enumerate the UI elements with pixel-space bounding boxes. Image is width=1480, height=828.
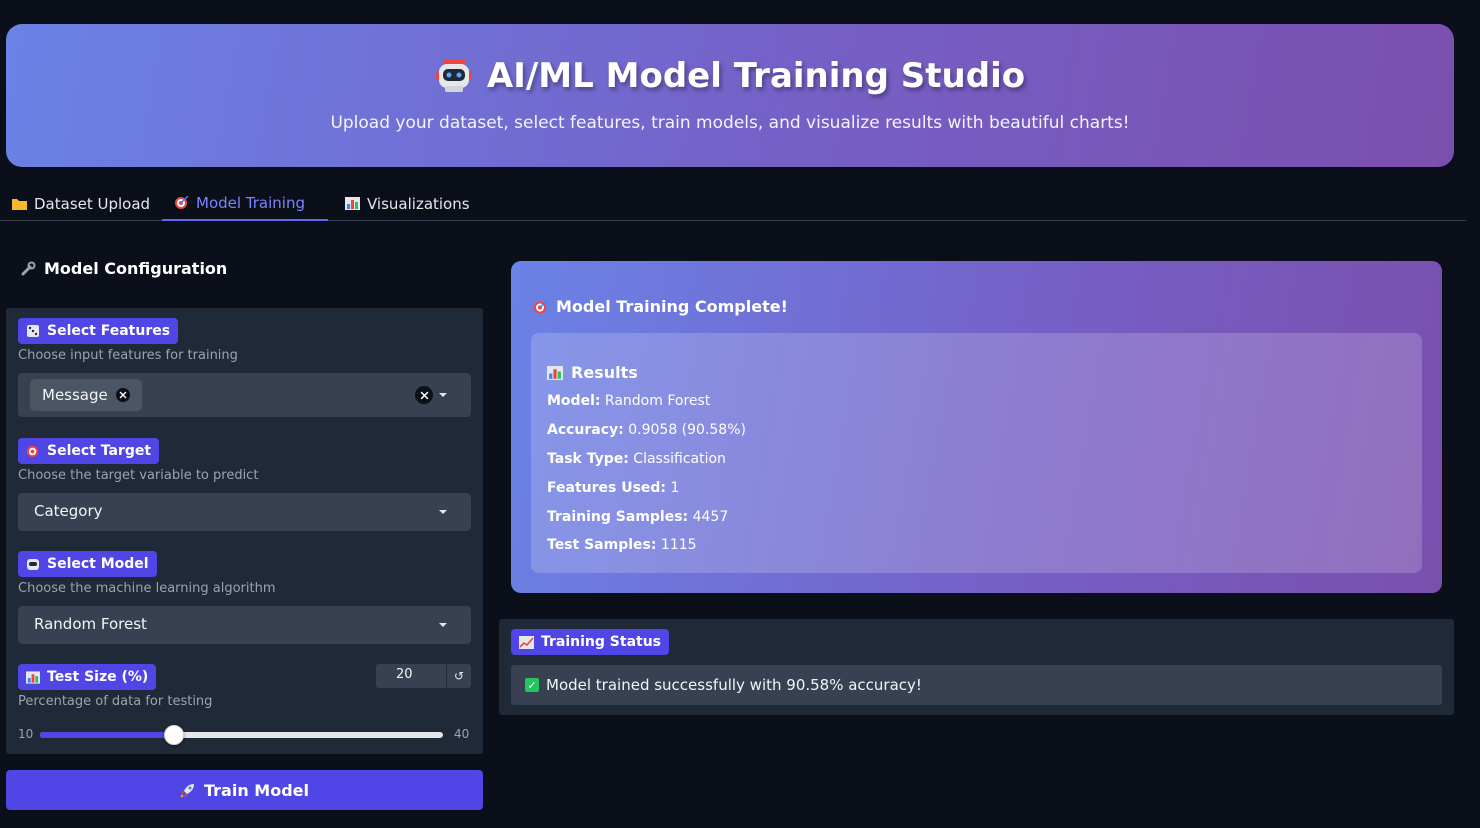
- slider-max-label: 40: [454, 727, 470, 741]
- result-line-task-type: Task Type: Classification: [547, 451, 726, 467]
- remove-chip-icon[interactable]: [115, 388, 130, 402]
- test-size-number-input[interactable]: 20 ↺: [376, 664, 471, 688]
- results-heading: Results: [547, 363, 638, 382]
- chevron-down-icon: [439, 623, 447, 627]
- result-value: 1: [670, 480, 680, 496]
- wrench-icon: [21, 261, 36, 275]
- target-dropdown-value: Category: [34, 502, 103, 520]
- select-target-hint: Choose the target variable to predict: [18, 468, 259, 483]
- robot-icon: [27, 559, 39, 570]
- folder-icon: [12, 199, 27, 210]
- slider-min-label: 10: [18, 727, 34, 741]
- result-card-title-text: Model Training Complete!: [556, 297, 788, 316]
- slider-fill: [40, 732, 175, 738]
- chevron-down-icon: [439, 510, 447, 514]
- training-result-card: Model Training Complete! Results Model: …: [511, 261, 1442, 593]
- result-key: Features Used:: [547, 480, 667, 496]
- result-key: Training Samples:: [547, 509, 689, 525]
- tab-dataset-upload-label: Dataset Upload: [34, 194, 151, 213]
- result-line-test-samples: Test Samples: 1115: [547, 537, 697, 553]
- model-dropdown[interactable]: Random Forest: [18, 606, 471, 644]
- select-features-label: Select Features: [18, 318, 179, 344]
- result-key: Accuracy:: [547, 422, 624, 438]
- select-features-hint: Choose input features for training: [18, 348, 238, 363]
- result-value: Classification: [633, 451, 726, 467]
- trend-chart-icon: [519, 635, 534, 649]
- chevron-down-icon[interactable]: [439, 393, 447, 397]
- training-status-panel: Training Status ✓ Model trained successf…: [499, 619, 1454, 715]
- result-line-features-used: Features Used: 1: [547, 480, 679, 496]
- test-size-hint: Percentage of data for testing: [18, 694, 213, 709]
- result-card-title: Model Training Complete!: [533, 297, 788, 316]
- select-target-text: Select Target: [47, 443, 152, 459]
- result-key: Model:: [547, 393, 601, 409]
- rocket-icon: [180, 784, 194, 798]
- dice-icon: [27, 325, 39, 337]
- results-box: Results Model: Random Forest Accuracy: 0…: [531, 333, 1422, 573]
- select-features-text: Select Features: [47, 323, 171, 339]
- training-status-text: Training Status: [541, 634, 662, 650]
- training-status-message-box: ✓ Model trained successfully with 90.58%…: [511, 665, 1442, 705]
- tab-dataset-upload[interactable]: Dataset Upload: [0, 186, 167, 221]
- results-heading-text: Results: [571, 363, 638, 382]
- reset-icon[interactable]: ↺: [446, 664, 471, 688]
- test-size-label: Test Size (%): [18, 664, 157, 690]
- result-value: 0.9058 (90.58%): [628, 422, 746, 438]
- bar-chart-icon: [547, 365, 563, 380]
- select-target-label: Select Target: [18, 438, 160, 464]
- result-key: Task Type:: [547, 451, 629, 467]
- tab-model-training[interactable]: Model Training: [162, 186, 328, 221]
- model-dropdown-value: Random Forest: [34, 615, 147, 633]
- robot-icon: [435, 57, 473, 95]
- tab-model-training-label: Model Training: [196, 193, 305, 212]
- test-size-slider[interactable]: [40, 725, 443, 745]
- select-model-label: Select Model: [18, 551, 157, 577]
- clear-all-icon[interactable]: [415, 386, 433, 404]
- page-subtitle: Upload your dataset, select features, tr…: [330, 113, 1130, 133]
- header-banner: AI/ML Model Training Studio Upload your …: [6, 24, 1454, 167]
- select-model-text: Select Model: [47, 556, 149, 572]
- target-icon: [26, 445, 39, 458]
- slider-thumb[interactable]: [164, 725, 185, 745]
- training-status-label: Training Status: [511, 629, 670, 655]
- result-key: Test Samples:: [547, 537, 657, 553]
- training-status-message: Model trained successfully with 90.58% a…: [546, 676, 922, 694]
- config-panel: Select Features Choose input features fo…: [6, 308, 483, 754]
- check-icon: ✓: [525, 678, 539, 692]
- feature-chip-message: Message: [30, 379, 142, 411]
- result-line-training-samples: Training Samples: 4457: [547, 509, 728, 525]
- bar-chart-icon: [345, 197, 360, 210]
- result-line-accuracy: Accuracy: 0.9058 (90.58%): [547, 422, 746, 438]
- target-dropdown[interactable]: Category: [18, 493, 471, 531]
- tab-visualizations-label: Visualizations: [367, 194, 470, 213]
- train-model-button[interactable]: Train Model: [6, 770, 483, 810]
- page-title-text: AI/ML Model Training Studio: [486, 56, 1026, 96]
- tab-bar: Dataset Upload Model Training Visualizat…: [0, 186, 1466, 221]
- model-configuration-title: Model Configuration: [44, 259, 228, 278]
- result-value: 1115: [660, 537, 697, 553]
- bar-chart-icon: [26, 670, 40, 684]
- test-size-value: 20: [396, 667, 413, 682]
- features-multiselect[interactable]: Message: [18, 373, 471, 417]
- tab-visualizations[interactable]: Visualizations: [333, 186, 487, 221]
- test-size-text: Test Size (%): [47, 669, 149, 685]
- model-configuration-heading: Model Configuration: [20, 259, 227, 278]
- result-line-model: Model: Random Forest: [547, 393, 710, 409]
- train-model-button-label: Train Model: [204, 780, 309, 800]
- page-title: AI/ML Model Training Studio: [6, 56, 1454, 96]
- result-value: Random Forest: [604, 393, 711, 409]
- target-icon: [534, 299, 548, 313]
- result-value: 4457: [692, 509, 729, 525]
- target-icon: [175, 196, 189, 209]
- feature-chip-label: Message: [42, 386, 108, 404]
- select-model-hint: Choose the machine learning algorithm: [18, 581, 276, 596]
